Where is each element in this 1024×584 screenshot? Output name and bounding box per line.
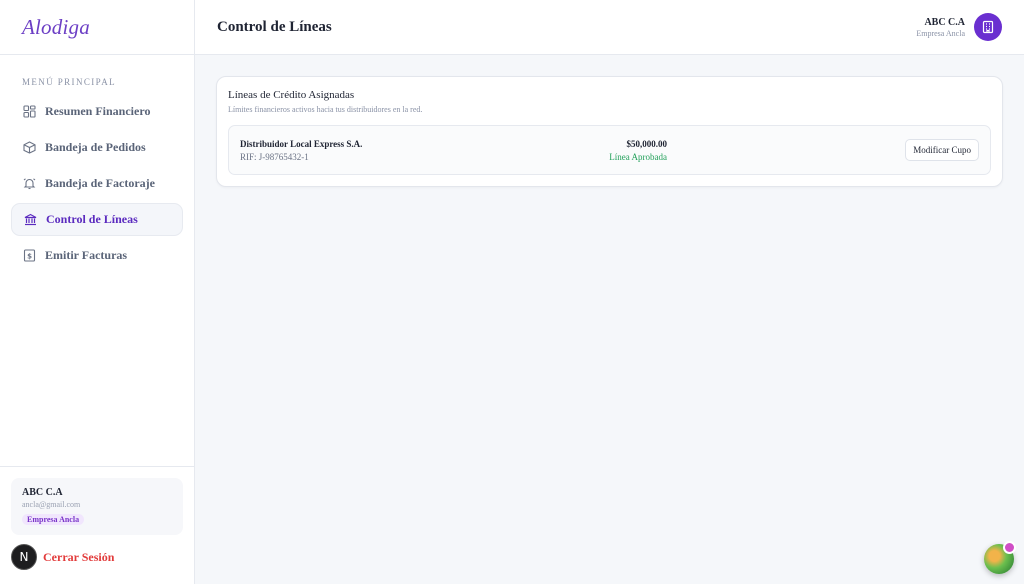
sidebar-item-label: Control de Líneas — [46, 212, 138, 226]
bank-icon — [23, 213, 37, 227]
sidebar-nav: Resumen Financiero Bandeja de Pedidos Ba… — [0, 95, 194, 272]
assistant-fab-icon[interactable] — [984, 541, 1016, 574]
distributor-rif: RIF: J-98765432-1 — [240, 151, 309, 162]
sidebar-item-label: Emitir Facturas — [45, 248, 128, 262]
package-box-icon — [22, 141, 36, 155]
notification-dot-icon — [1003, 541, 1016, 554]
invoice-dollar-icon: $ — [22, 249, 36, 263]
modify-quota-button[interactable]: Modificar Cupo — [905, 139, 979, 161]
amount-block: $50,000.00 Línea Aprobada — [609, 139, 667, 162]
card-title: Líneas de Crédito Asignadas — [228, 89, 355, 101]
company-name: ABC C.A — [924, 16, 965, 28]
sidebar: Alodiga MENÚ PRINCIPAL Resumen Financier… — [0, 0, 195, 584]
credit-line-row: Distribuidor Local Express S.A. RIF: J-9… — [228, 125, 991, 175]
sidebar-footer: ABC C.A ancla@gmail.com Empresa Ancla N … — [0, 466, 194, 584]
company-profile[interactable]: ABC C.A Empresa Ancla — [916, 13, 1002, 41]
credit-amount: $50,000.00 — [626, 138, 668, 149]
line-status: Línea Aprobada — [609, 151, 667, 162]
user-name: ABC C.A — [22, 487, 63, 498]
sidebar-item-resumen-financiero[interactable]: Resumen Financiero — [11, 95, 183, 128]
role-badge: Empresa Ancla — [22, 514, 85, 525]
user-card: ABC C.A ancla@gmail.com Empresa Ancla — [11, 478, 183, 535]
sidebar-item-control-lineas[interactable]: Control de Líneas — [11, 203, 183, 236]
sidebar-item-emitir-facturas[interactable]: $ Emitir Facturas — [11, 239, 183, 272]
brand-logo[interactable]: Alodiga — [22, 15, 90, 40]
user-email: ancla@gmail.com — [22, 500, 81, 509]
sidebar-item-bandeja-pedidos[interactable]: Bandeja de Pedidos — [11, 131, 183, 164]
credit-lines-card: Líneas de Crédito Asignadas Límites fina… — [216, 76, 1003, 187]
page-title: Control de Líneas — [217, 18, 332, 35]
svg-text:$: $ — [27, 252, 32, 260]
logout-button[interactable]: N Cerrar Sesión — [11, 544, 114, 570]
sidebar-item-label: Bandeja de Pedidos — [45, 140, 146, 154]
sidebar-item-label: Bandeja de Factoraje — [45, 176, 155, 190]
topbar: Control de Líneas ABC C.A Empresa Ancla — [195, 0, 1024, 55]
dashboard-grid-icon — [22, 105, 36, 119]
content: Líneas de Crédito Asignadas Límites fina… — [195, 55, 1024, 208]
menu-section-title: MENÚ PRINCIPAL — [22, 77, 117, 87]
distributor-info: Distribuidor Local Express S.A. RIF: J-9… — [240, 139, 905, 162]
sidebar-item-label: Resumen Financiero — [45, 104, 151, 118]
logout-label[interactable]: Cerrar Sesión — [43, 550, 114, 565]
card-subtitle: Límites financieros activos hacia tus di… — [228, 105, 423, 114]
building-icon[interactable] — [974, 13, 1002, 41]
sidebar-item-bandeja-factoraje[interactable]: Bandeja de Factoraje — [11, 167, 183, 200]
app-root: Alodiga MENÚ PRINCIPAL Resumen Financier… — [0, 0, 1024, 584]
main-area: Control de Líneas ABC C.A Empresa Ancla … — [195, 0, 1024, 584]
bell-icon — [22, 177, 36, 191]
distributor-name: Distribuidor Local Express S.A. — [240, 138, 363, 149]
brand-header: Alodiga — [0, 0, 194, 55]
company-role: Empresa Ancla — [916, 28, 965, 38]
n-avatar-icon[interactable]: N — [11, 544, 37, 570]
company-text: ABC C.A Empresa Ancla — [916, 17, 965, 38]
